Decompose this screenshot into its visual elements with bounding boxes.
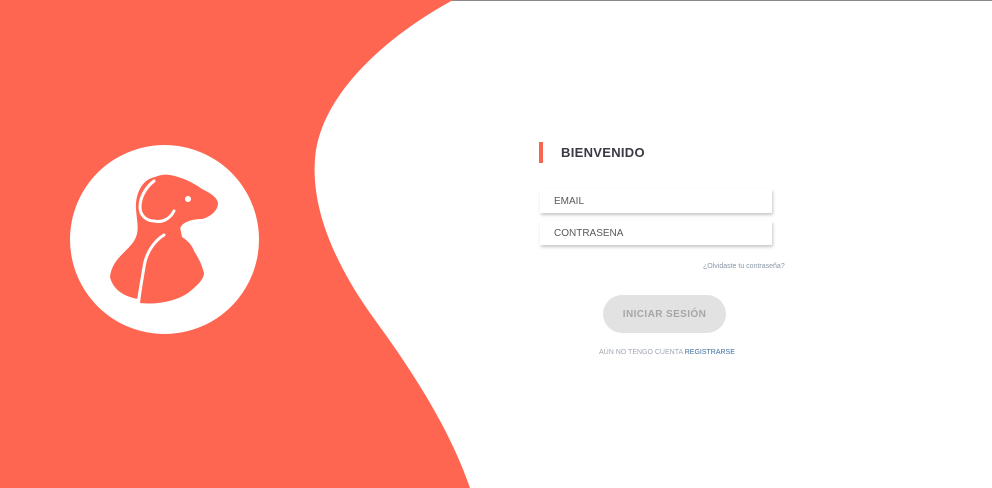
no-account-text: AÚN NO TENGO CUENTA xyxy=(599,349,683,356)
password-input[interactable] xyxy=(554,227,772,239)
brand-logo xyxy=(70,145,259,334)
login-page: BIENVENIDO ¿Olvidaste tu contraseña? INI… xyxy=(0,0,992,488)
password-field[interactable] xyxy=(540,221,772,245)
dog-cat-icon xyxy=(110,174,218,305)
forgot-password-link[interactable]: ¿Olvidaste tu contraseña? xyxy=(703,263,785,270)
email-field[interactable] xyxy=(540,189,772,213)
register-link[interactable]: REGISTRARSE xyxy=(685,349,735,356)
email-input[interactable] xyxy=(554,195,772,207)
accent-bar xyxy=(539,142,543,163)
signup-prompt: AÚN NO TENGO CUENTA REGISTRARSE xyxy=(599,349,735,356)
page-title: BIENVENIDO xyxy=(561,145,645,160)
login-button[interactable]: INICIAR SESIÓN xyxy=(603,295,726,333)
welcome-heading: BIENVENIDO xyxy=(539,142,645,163)
